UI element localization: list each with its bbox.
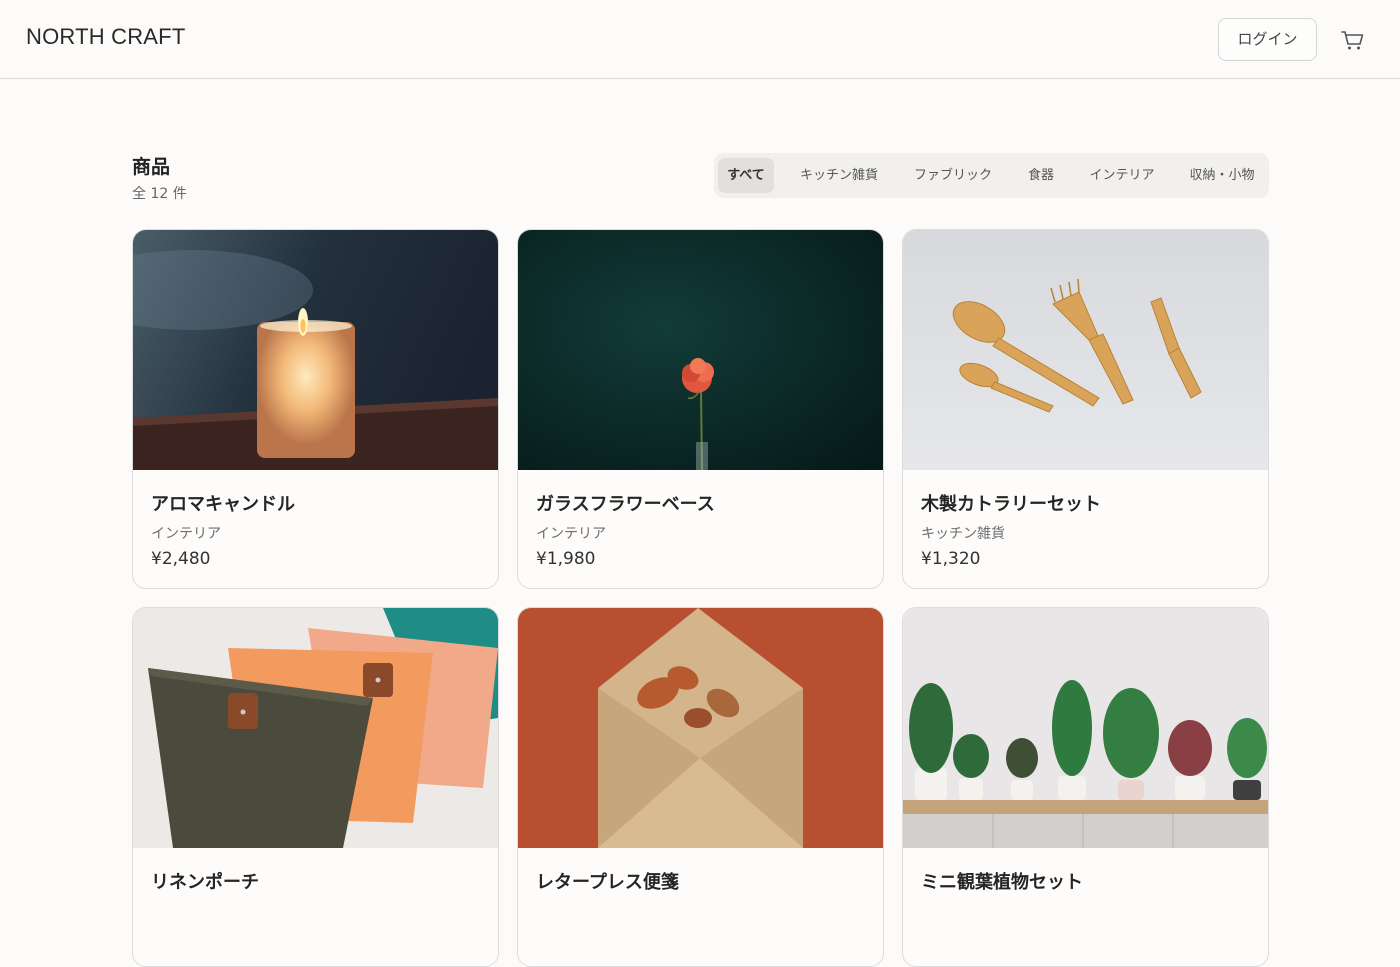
site-header: NORTH CRAFT ログイン [0, 0, 1400, 79]
product-category: キッチン雑貨 [921, 526, 1005, 542]
product-card[interactable]: ミニ観葉植物セット [902, 607, 1269, 967]
product-name: ミニ観葉植物セット [921, 872, 1083, 893]
product-card[interactable]: アロマキャンドル インテリア ¥2,480 [132, 229, 499, 589]
product-price: ¥1,320 [921, 549, 981, 569]
tab-kitchen[interactable]: キッチン雑貨 [790, 158, 888, 193]
tab-all[interactable]: すべて [718, 158, 774, 193]
product-image-pouch [133, 608, 498, 848]
login-button[interactable]: ログイン [1218, 18, 1317, 61]
product-image-envelope [518, 608, 883, 848]
tab-storage[interactable]: 収納・小物 [1180, 158, 1264, 193]
product-card[interactable]: 木製カトラリーセット キッチン雑貨 ¥1,320 [902, 229, 1269, 589]
product-image-cutlery [903, 230, 1268, 470]
product-image-candle [133, 230, 498, 470]
product-card[interactable]: レタープレス便箋 [517, 607, 884, 967]
product-category: インテリア [536, 526, 606, 542]
product-card[interactable]: リネンポーチ [132, 607, 499, 967]
page-title: 商品 [132, 156, 171, 178]
product-image-plants [903, 608, 1268, 848]
product-name: ガラスフラワーベース [536, 494, 715, 515]
result-count: 全 12 件 [132, 186, 187, 202]
product-name: アロマキャンドル [151, 494, 295, 515]
category-filter-tabs: すべて キッチン雑貨 ファブリック 食器 インテリア 収納・小物 [714, 153, 1269, 198]
product-price: ¥2,480 [151, 549, 211, 569]
tab-interior[interactable]: インテリア [1080, 158, 1164, 193]
tab-tableware[interactable]: 食器 [1018, 158, 1064, 193]
cart-icon[interactable] [1338, 27, 1366, 53]
product-category: インテリア [151, 526, 221, 542]
tab-fabric[interactable]: ファブリック [904, 158, 1002, 193]
product-price: ¥1,980 [536, 549, 596, 569]
product-name: レタープレス便箋 [536, 872, 679, 893]
product-card[interactable]: ガラスフラワーベース インテリア ¥1,980 [517, 229, 884, 589]
brand-logo[interactable]: NORTH CRAFT [26, 24, 185, 50]
product-image-vase [518, 230, 883, 470]
product-name: リネンポーチ [151, 872, 259, 893]
product-name: 木製カトラリーセット [921, 494, 1101, 515]
